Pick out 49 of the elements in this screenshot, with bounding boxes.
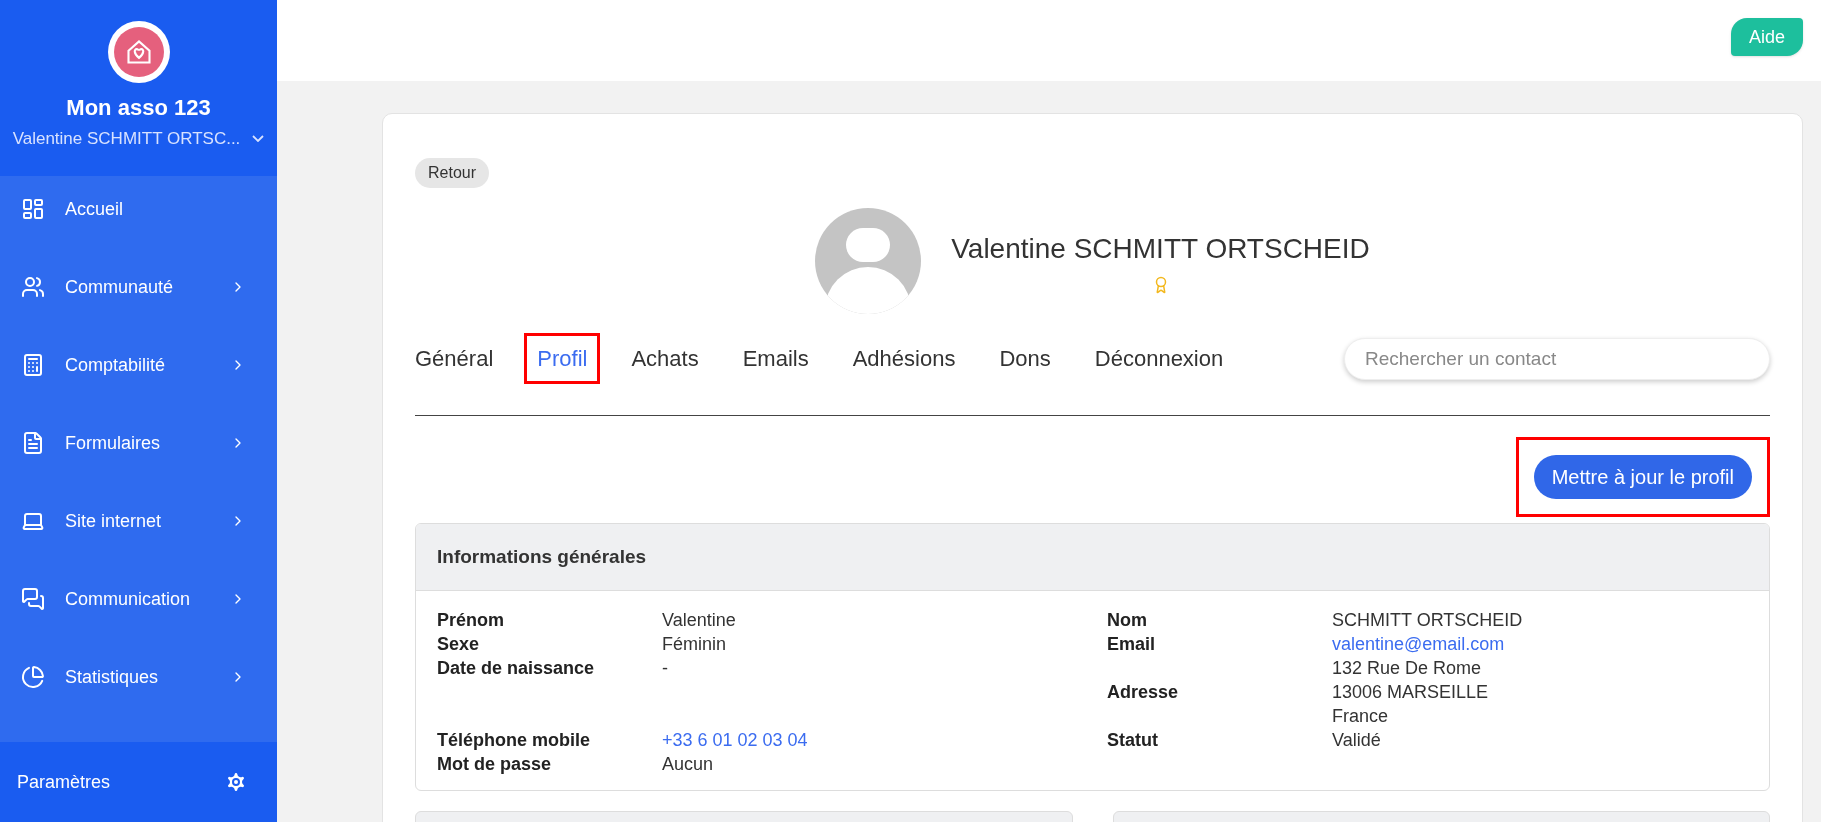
field-value: Valentine [662,609,736,632]
settings-label: Paramètres [17,770,111,794]
field-value: Validé [1332,729,1381,752]
field-label: Statut [1107,729,1158,752]
tab[interactable]: Adhésions [842,336,966,381]
field-value: Féminin [662,633,727,656]
tab[interactable]: Achats [621,336,709,381]
field-label: Email [1107,633,1156,656]
tab[interactable]: Emails [732,336,819,381]
nav-item[interactable]: Statistiques [0,638,277,716]
pie-chart-icon [21,665,45,689]
tab[interactable]: Profil [527,336,598,381]
field-label: Adresse [1107,681,1179,704]
field-label: Date de naissance [437,657,595,680]
field-value: SCHMITT ORTSCHEID [1332,609,1523,632]
tab[interactable]: Déconnexion [1084,336,1234,381]
field-link[interactable]: +33 6 01 02 03 04 [662,728,808,752]
user-menu[interactable]: Valentine SCHMITT ORTSC... [12,126,265,152]
contact-name: Valentine SCHMITT ORTSCHEID [951,232,1370,266]
update-profile-button[interactable]: Mettre à jour le profil [1533,455,1752,499]
tab[interactable]: Dons [989,336,1061,381]
back-button[interactable]: Retour [415,158,490,188]
chat-icon [21,587,45,611]
nav-item[interactable]: Comptabilité [0,326,277,404]
nav-item[interactable]: Communauté [0,248,277,326]
field-value: - [662,657,668,680]
nav-item[interactable]: Communication [0,560,277,638]
field-label: Mot de passe [437,753,552,776]
field-label: Nom [1107,609,1147,632]
nav-item[interactable]: Accueil [0,170,277,248]
nav-item[interactable]: Formulaires [0,404,277,482]
field-label: Téléphone mobile [437,729,591,752]
field-value: Aucun [662,753,714,776]
field-value: 13006 MARSEILLE [1332,681,1489,704]
field-value: 132 Rue De Rome [1332,657,1482,680]
field-label: Prénom [437,609,505,632]
dashboard-icon [21,197,45,221]
panel-title: Informations générales [437,544,647,569]
search-field[interactable]: Rechercher un contact [1344,337,1770,380]
users-icon [21,275,45,299]
nav-item[interactable]: Site internet [0,482,277,560]
tab[interactable]: Général [415,336,504,381]
calculator-icon [21,353,45,377]
chevron-down-icon [252,135,265,143]
document-icon [21,431,45,455]
field-value: France [1332,705,1389,728]
field-link[interactable]: valentine@email.com [1332,632,1505,656]
organization-name: Mon asso 123 [66,94,211,122]
field-label: Sexe [437,633,480,656]
